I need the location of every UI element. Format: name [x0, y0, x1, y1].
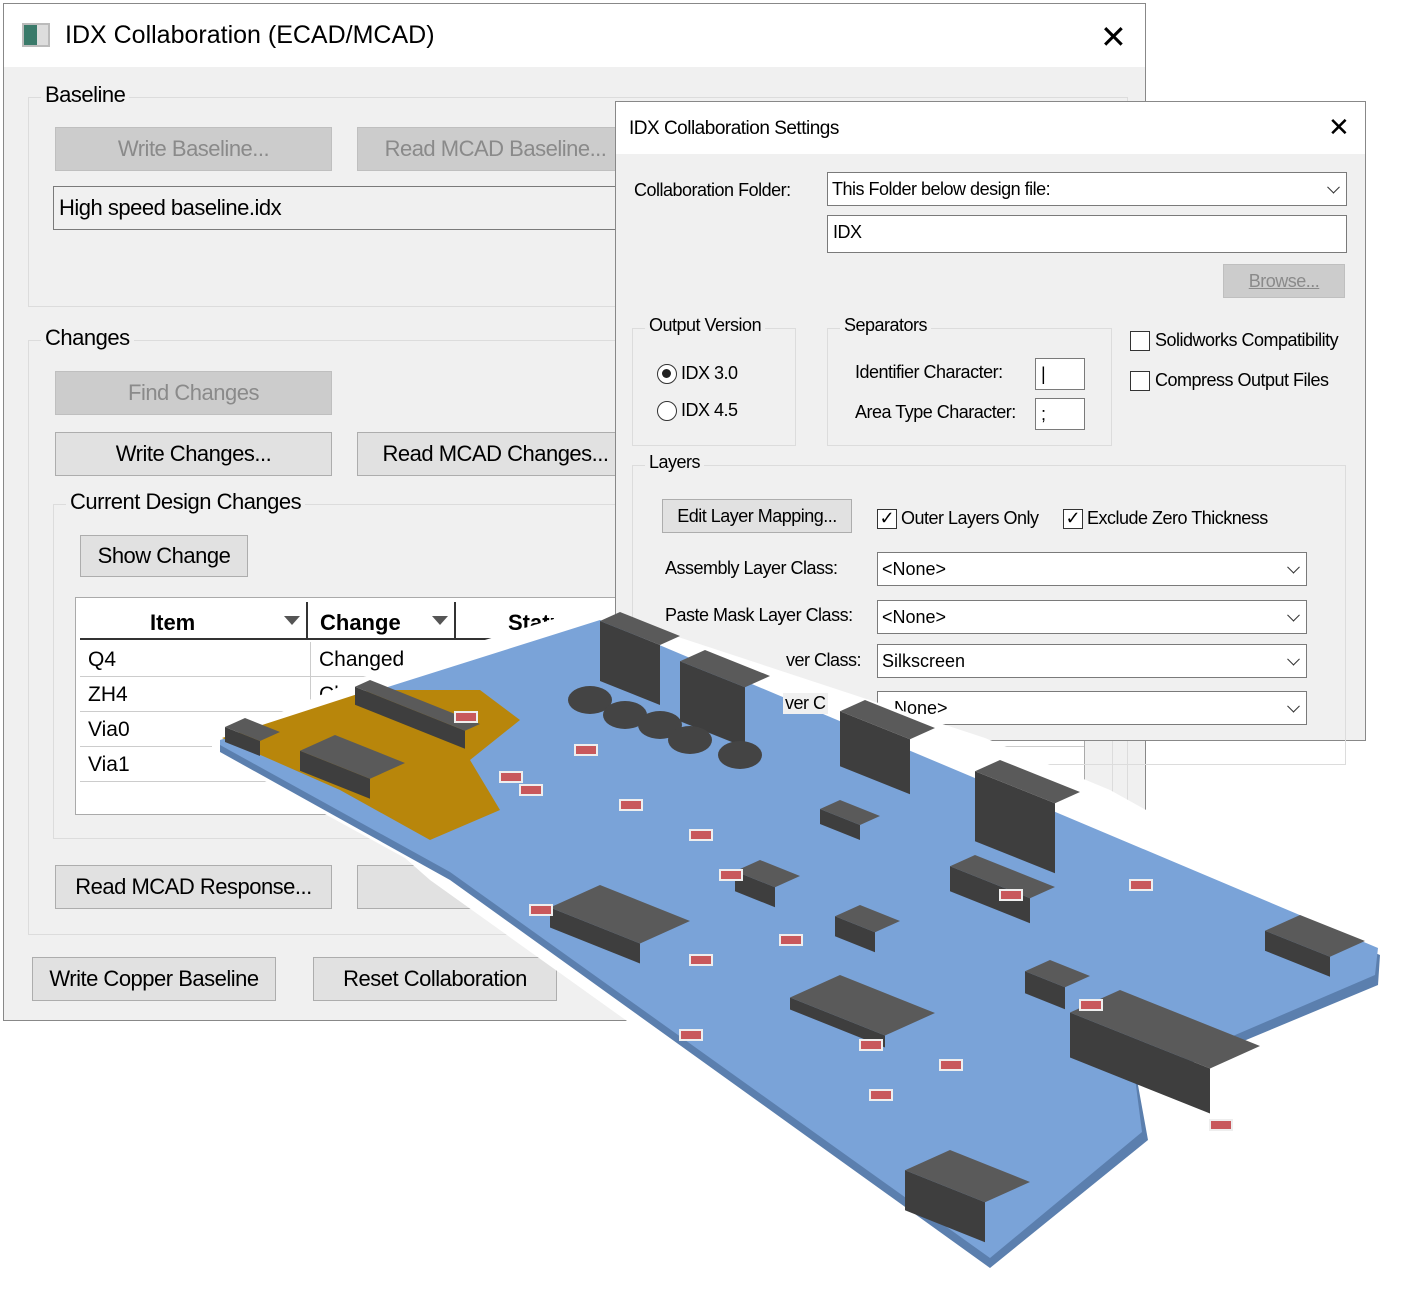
smd-resistor [454, 711, 478, 723]
smd-resistor [859, 1039, 883, 1051]
smd-resistor [519, 784, 543, 796]
smd-resistor [939, 1059, 963, 1071]
smd-resistor [1209, 1119, 1233, 1131]
smd-resistor [719, 869, 743, 881]
smd-resistor [689, 954, 713, 966]
smd-resistor [1129, 879, 1153, 891]
pcb-3d-render [212, 608, 1390, 1278]
smd-resistor [689, 829, 713, 841]
capacitor [668, 726, 712, 754]
smd-resistor [529, 904, 553, 916]
smd-resistor [779, 934, 803, 946]
smd-resistor [619, 799, 643, 811]
capacitor [718, 741, 762, 769]
smd-resistor [1079, 999, 1103, 1011]
smd-resistor [999, 889, 1023, 901]
fourth-layer-class-label: ver C [783, 693, 828, 714]
smd-resistor [574, 744, 598, 756]
smd-resistor [499, 771, 523, 783]
smd-resistor [679, 1029, 703, 1041]
smd-resistor [869, 1089, 893, 1101]
